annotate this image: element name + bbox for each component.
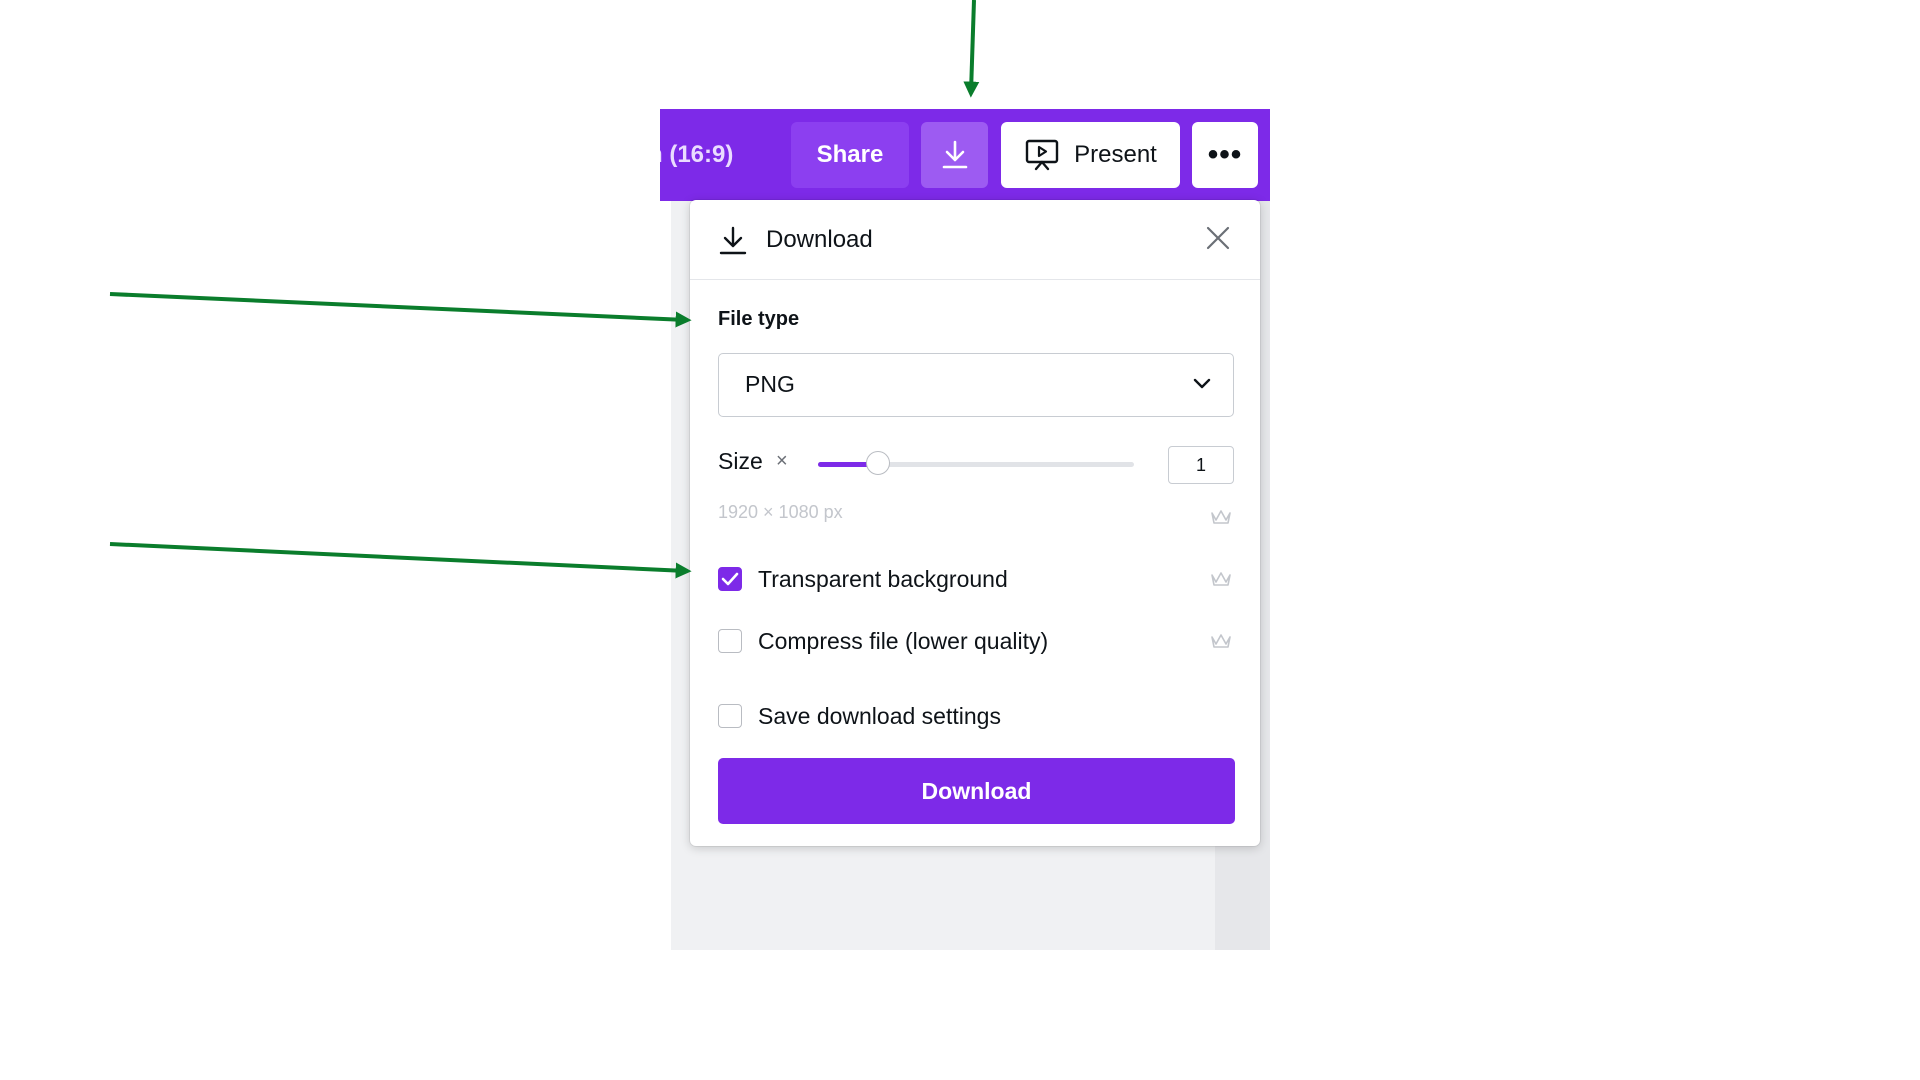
save-download-settings-option[interactable]: Save download settings xyxy=(718,701,1001,731)
annotation-arrow-transparent-background xyxy=(109,542,692,579)
present-button[interactable]: Present xyxy=(1001,122,1180,188)
size-slider-thumb[interactable] xyxy=(866,451,891,475)
annotation-arrow-file-type xyxy=(109,292,692,328)
compress-file-checkbox[interactable] xyxy=(718,629,742,653)
annotation-arrow-download-toolbar xyxy=(963,0,980,98)
file-type-select[interactable]: PNG xyxy=(718,353,1234,417)
checkmark-icon xyxy=(721,572,739,586)
output-dimensions: 1920 × 1080 px xyxy=(718,502,843,522)
document-title[interactable]: n (16:9) xyxy=(660,109,733,201)
download-button[interactable]: Download xyxy=(718,758,1235,824)
size-slider[interactable] xyxy=(818,451,1134,475)
size-input[interactable] xyxy=(1168,446,1234,484)
panel-title: Download xyxy=(766,226,873,253)
save-download-settings-label: Save download settings xyxy=(758,702,1001,729)
size-multiplier-symbol: × xyxy=(776,450,788,472)
present-label: Present xyxy=(1074,141,1157,168)
pro-crown-icon xyxy=(1210,632,1232,650)
file-type-label: File type xyxy=(718,308,800,330)
pro-crown-icon xyxy=(1210,570,1232,588)
download-icon xyxy=(940,139,970,171)
download-panel: Download File type PNG Size × 1 1920 × 1… xyxy=(690,200,1260,846)
editor-top-toolbar: n (16:9) Share Present ••• xyxy=(660,109,1270,201)
present-icon xyxy=(1024,138,1060,172)
download-toolbar-button[interactable] xyxy=(921,122,988,188)
share-button[interactable]: Share xyxy=(791,122,909,188)
file-type-value: PNG xyxy=(745,371,795,397)
more-options-button[interactable]: ••• xyxy=(1192,122,1258,188)
close-icon xyxy=(1205,225,1231,256)
pro-crown-icon xyxy=(1210,508,1232,526)
compress-file-label: Compress file (lower quality) xyxy=(758,627,1049,654)
size-label: Size xyxy=(718,448,763,474)
download-icon xyxy=(718,226,748,261)
transparent-background-checkbox[interactable] xyxy=(718,567,742,591)
compress-file-option[interactable]: Compress file (lower quality) xyxy=(718,626,1048,656)
chevron-down-icon xyxy=(1193,377,1211,396)
close-panel-button[interactable] xyxy=(1203,225,1233,255)
transparent-background-label: Transparent background xyxy=(758,565,1008,592)
panel-header: Download xyxy=(690,200,1260,280)
transparent-background-option[interactable]: Transparent background xyxy=(718,564,1008,594)
save-download-settings-checkbox[interactable] xyxy=(718,704,742,728)
screen: n (16:9) Share Present ••• xyxy=(0,0,1920,1080)
